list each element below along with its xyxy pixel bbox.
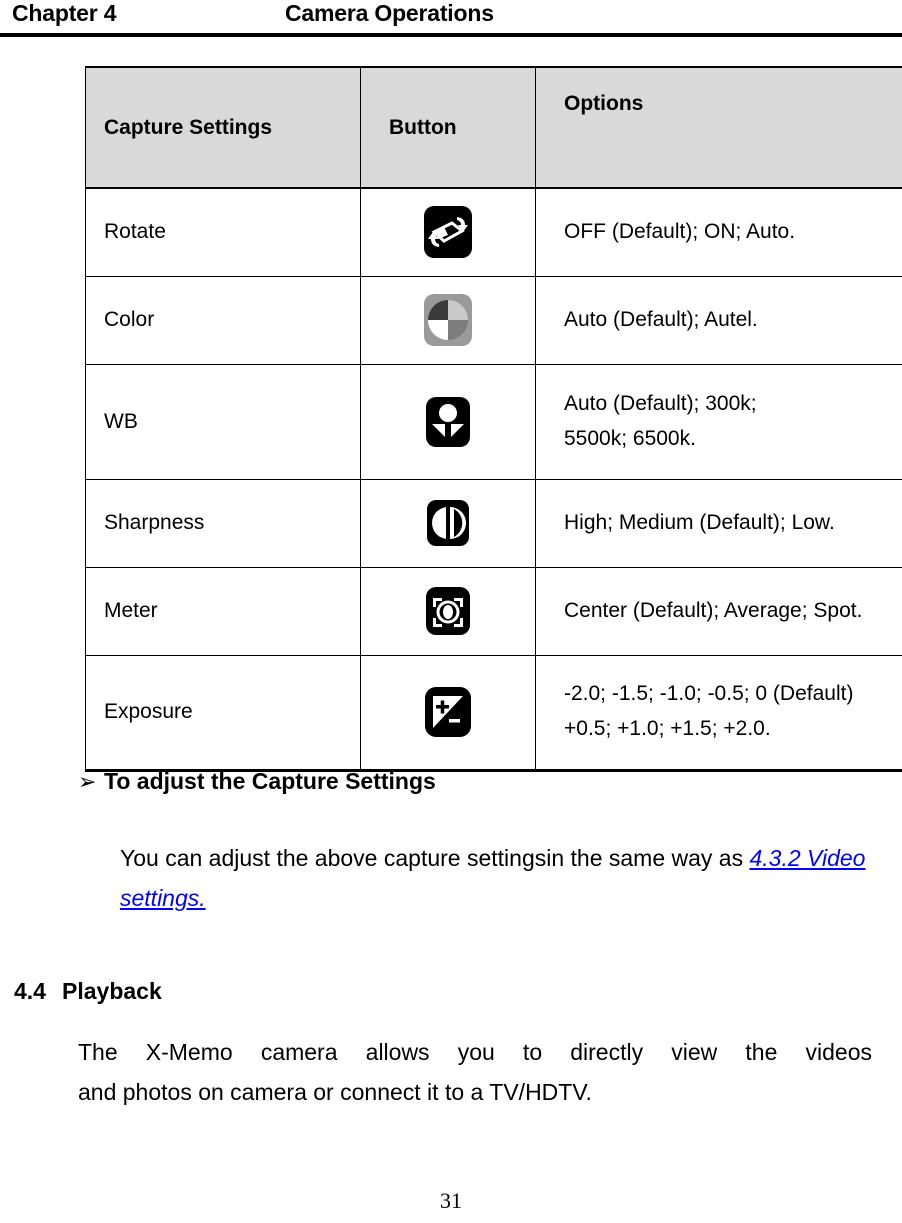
chapter-label: Chapter 4 xyxy=(12,0,117,26)
option-line: 5500k; 6500k. xyxy=(564,426,696,450)
adjust-paragraph: You can adjust the above capture setting… xyxy=(120,838,872,919)
playback-line-2: and photos on camera or connect it to a … xyxy=(78,1078,592,1105)
setting-button-cell xyxy=(360,654,536,772)
meter-icon xyxy=(421,582,475,640)
page-running-header: Chapter 4 Camera Operations xyxy=(0,0,902,37)
option-line: OFF (Default); ON; Auto. xyxy=(564,219,796,243)
bullet-heading: ➢ To adjust the Capture Settings xyxy=(78,768,436,795)
arrow-bullet-icon: ➢ xyxy=(78,769,97,794)
adjust-paragraph-text: You can adjust the above capture setting… xyxy=(120,845,750,871)
header-divider xyxy=(0,33,902,37)
setting-button-cell xyxy=(360,363,536,480)
rotate-icon xyxy=(421,203,475,261)
setting-options: Auto (Default); Autel. xyxy=(535,275,902,365)
setting-button-cell xyxy=(360,275,536,365)
option-line: Center (Default); Average; Spot. xyxy=(564,598,863,622)
option-line: -2.0; -1.5; -1.0; -0.5; 0 (Default) xyxy=(564,682,854,706)
table-row: Meter Center (Default); Average; Spot. xyxy=(85,566,902,656)
section-heading: 4.4 Playback xyxy=(14,978,162,1005)
table-header-row: Capture Settings Button Options xyxy=(85,66,902,189)
table-row: Sharpness High; Medium (Default); Low. xyxy=(85,478,902,568)
table-body: Rotate OFF (Default); ON; Auto. Color Au… xyxy=(85,187,902,772)
setting-button-cell xyxy=(360,566,536,656)
white-balance-icon xyxy=(421,393,475,451)
table-header: Capture Settings Button Options xyxy=(85,66,902,189)
setting-name: Rotate xyxy=(85,187,361,277)
column-header-capture-settings: Capture Settings xyxy=(85,66,361,189)
setting-button-cell xyxy=(360,187,536,277)
playback-paragraph: The X-Memo camera allows you to directly… xyxy=(78,1033,872,1112)
setting-options: OFF (Default); ON; Auto. xyxy=(535,187,902,277)
table-row: Color Auto (Default); Autel. xyxy=(85,275,902,365)
section-title: Playback xyxy=(62,978,162,1004)
table-row: WB Auto (Default); 300k; 5500k; 6500k. xyxy=(85,363,902,480)
setting-name: Meter xyxy=(85,566,361,656)
column-header-options: Options xyxy=(535,66,902,189)
setting-options: Auto (Default); 300k; 5500k; 6500k. xyxy=(535,363,902,480)
setting-button-cell xyxy=(360,478,536,568)
setting-name: Sharpness xyxy=(85,478,361,568)
option-line: +0.5; +1.0; +1.5; +2.0. xyxy=(564,717,771,740)
setting-options: Center (Default); Average; Spot. xyxy=(535,566,902,656)
column-header-button: Button xyxy=(360,66,536,189)
setting-name: Color xyxy=(85,275,361,365)
table-row: Exposure -2.0; -1.5; -1.0; -0.5; 0 (Defa… xyxy=(85,654,902,772)
page-title: Camera Operations xyxy=(285,0,494,26)
capture-settings-table: Capture Settings Button Options Rotate O… xyxy=(85,66,902,772)
option-line: Auto (Default); 300k; xyxy=(564,391,757,415)
setting-name: Exposure xyxy=(85,654,361,772)
color-icon xyxy=(421,291,475,349)
playback-line-1: The X-Memo camera allows you to directly… xyxy=(78,1039,872,1065)
page-number: 31 xyxy=(440,1188,462,1213)
table-row: Rotate OFF (Default); ON; Auto. xyxy=(85,187,902,277)
setting-options: High; Medium (Default); Low. xyxy=(535,478,902,568)
setting-options: -2.0; -1.5; -1.0; -0.5; 0 (Default) +0.5… xyxy=(535,654,902,772)
exposure-icon xyxy=(421,683,475,741)
sharpness-icon xyxy=(421,494,475,552)
section-number: 4.4 xyxy=(14,978,46,1004)
option-line: Auto (Default); Autel. xyxy=(564,307,758,331)
bullet-heading-text: To adjust the Capture Settings xyxy=(104,768,436,794)
setting-name: WB xyxy=(85,363,361,480)
option-line: High; Medium (Default); Low. xyxy=(564,510,835,534)
